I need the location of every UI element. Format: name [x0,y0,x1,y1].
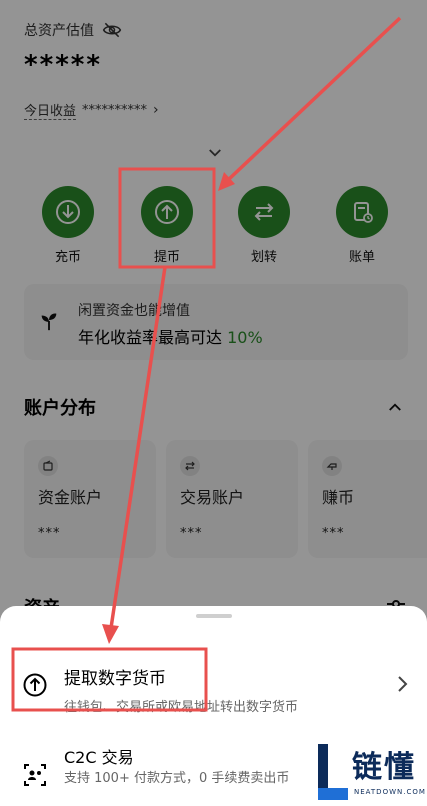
c2c-trade-subtitle: 支持 100+ 付款方式，0 手续费卖出币 [64,771,290,786]
site-watermark: 链懂 NEATDOWN.COM [312,738,427,806]
c2c-users-icon [24,764,46,786]
sheet-drag-handle[interactable] [196,614,232,618]
chevron-right-icon [398,676,408,692]
watermark-text: 链懂 [352,750,416,785]
withdraw-crypto-subtitle: 往钱包、交易所或欧易地址转出数字货币 [64,700,299,715]
withdraw-crypto-option[interactable]: 提取数字货币 往钱包、交易所或欧易地址转出数字货币 [0,642,427,722]
watermark-domain: NEATDOWN.COM [354,788,426,796]
watermark-logo-icon [318,744,348,800]
withdraw-crypto-title: 提取数字货币 [64,669,166,689]
withdraw-arrow-icon [23,673,47,697]
c2c-trade-title: C2C 交易 [64,748,134,767]
